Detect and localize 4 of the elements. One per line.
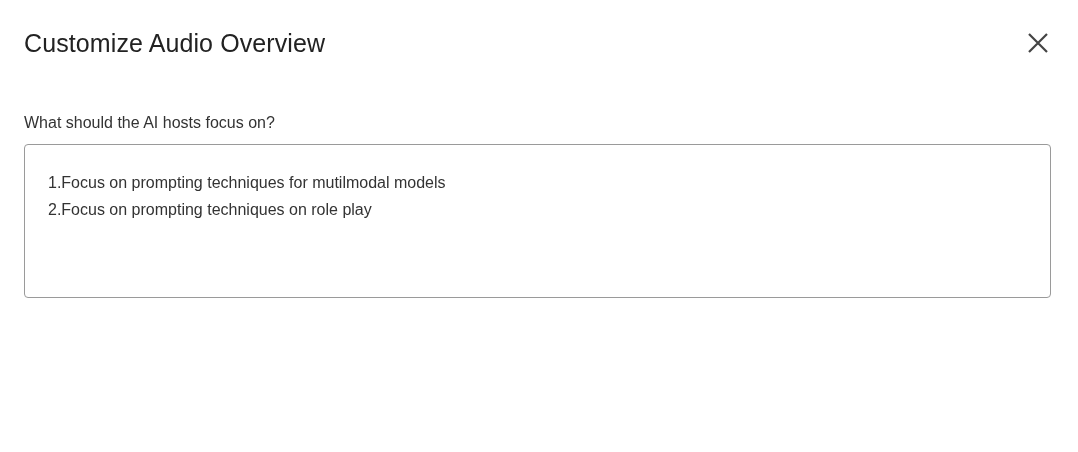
close-icon [1027, 32, 1049, 54]
field-label: What should the AI hosts focus on? [24, 114, 275, 132]
dialog-title: Customize Audio Overview [24, 28, 326, 58]
focus-input-field[interactable]: 1.Focus on prompting techniques for mutilmodal models 2.Focus on prompting techniques on role play [24, 144, 1051, 298]
